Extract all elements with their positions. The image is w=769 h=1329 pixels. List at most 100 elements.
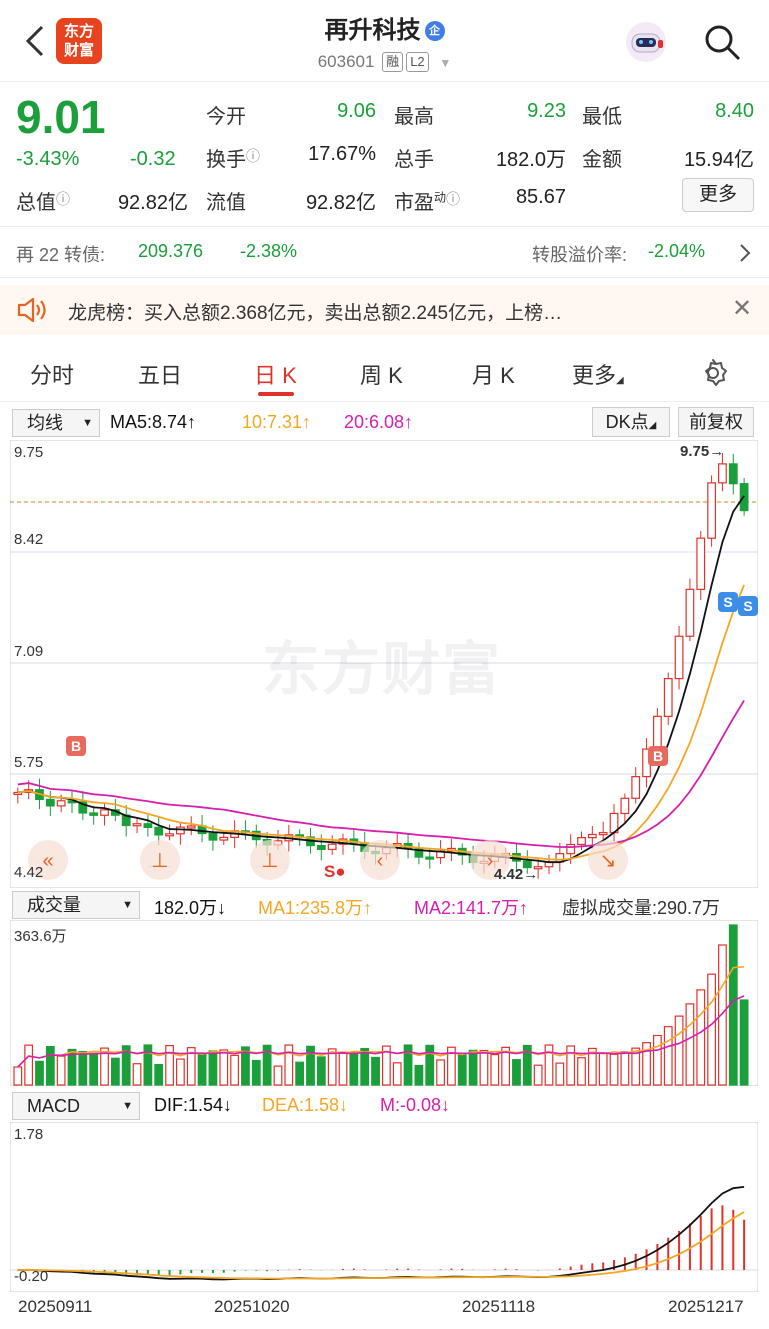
mktcap-label[interactable]: 总值ⓘ [16, 186, 70, 215]
ma10-value: 10:7.31↑ [242, 412, 312, 432]
volume-bar [338, 1051, 348, 1086]
volume-bar [392, 1062, 402, 1086]
ma20-value: 20:6.08↑ [344, 412, 414, 432]
settings-gear-icon[interactable] [698, 358, 728, 388]
nav-hint-glyph: « [42, 850, 53, 872]
tab-five-day[interactable]: 五日 [138, 358, 182, 390]
volume-bar [577, 1057, 586, 1086]
volume-bar [512, 1059, 521, 1086]
volume-bar [219, 1049, 229, 1086]
volume-chart[interactable] [10, 920, 758, 1086]
convertible-bond-row[interactable]: 再 22 转债: 209.376 -2.38% 转股溢价率: -2.04% [0, 226, 769, 278]
volume-value: 182.0万 [495, 149, 566, 171]
volume-bar [425, 1044, 435, 1086]
low-value: 8.40 [715, 100, 754, 122]
candle-body [176, 826, 185, 835]
volume-bar [652, 1034, 662, 1086]
volume-bar [13, 1066, 23, 1086]
candle-body [598, 832, 608, 836]
volume-bar [707, 973, 716, 1086]
volume-bar [273, 1065, 283, 1086]
volume-label: 总手 [394, 149, 434, 171]
volume-bar [197, 1053, 207, 1086]
volume-max-label: 363.6万 [14, 928, 67, 945]
volume-bar [110, 1057, 120, 1086]
tab-intraday[interactable]: 分时 [30, 358, 74, 390]
volume-selector[interactable]: 成交量 ▼ [12, 891, 140, 919]
candle-body [566, 843, 576, 855]
ma-selector[interactable]: 均线 ▼ [12, 409, 100, 437]
stock-code: 603601 [317, 52, 375, 71]
volume-bar [295, 1061, 305, 1086]
volume-bar [436, 1059, 445, 1086]
open-label: 今开 [206, 106, 246, 128]
candle-body [327, 843, 337, 850]
volume-bar [533, 1064, 543, 1086]
premium-value: -2.04% [648, 241, 706, 261]
caret-icon: ◢ [616, 375, 624, 386]
high-label: 最高 [394, 106, 434, 128]
close-icon[interactable]: ✕ [732, 294, 752, 323]
bond-price: 209.376 [138, 241, 204, 261]
ma5-value: MA5:8.74↑ [110, 412, 197, 432]
float-label: 流值 [206, 192, 246, 214]
tab-more[interactable]: 更多◢ [572, 358, 624, 390]
candle-body [587, 833, 597, 839]
volume-bar [414, 1064, 424, 1086]
volume-bar [78, 1051, 88, 1086]
top-bar: 东方 财富 再升科技企 603601 融 L2 ▼ [0, 0, 769, 82]
search-icon[interactable] [702, 22, 742, 62]
mktcap-value: 92.82亿 [117, 192, 188, 214]
caret-down-icon: ▼ [82, 417, 93, 429]
float-value: 92.82亿 [305, 192, 376, 214]
tab-weekly-k[interactable]: 周 K [360, 358, 403, 390]
enterprise-badge-icon: 企 [424, 21, 445, 41]
turnover-value: 17.67% [308, 143, 376, 165]
active-tab-underline [258, 392, 294, 396]
macd-chart[interactable] [10, 1122, 758, 1292]
watermark: 东方财富 [262, 637, 503, 702]
macd-dif: DIF:1.54↓ [154, 1095, 233, 1115]
more-quote-button[interactable]: 更多 [682, 178, 754, 212]
nav-hint-glyph: ↘ [600, 850, 617, 872]
tab-monthly-k[interactable]: 月 K [472, 358, 515, 390]
open-value: 9.06 [337, 100, 376, 122]
date-label: 20250911 [18, 1297, 93, 1316]
volume-bar [316, 1056, 326, 1086]
date-label: 20251217 [668, 1297, 744, 1316]
info-icon: ⓘ [446, 191, 461, 207]
notice-text: 龙虎榜：买入总额2.368亿元，卖出总额2.245亿元，上榜… [68, 303, 563, 324]
volume-bar [468, 1049, 478, 1086]
candle-body [132, 823, 142, 827]
volume-bar [685, 1003, 695, 1086]
turnover-label[interactable]: 换手ⓘ [206, 143, 260, 172]
y-label: 9.75 [14, 444, 44, 461]
macd-selector[interactable]: MACD ▼ [12, 1092, 140, 1120]
y-label: 5.75 [14, 754, 44, 771]
volume-bar [154, 1064, 164, 1086]
volume-ma2: MA2:141.7万↑ [414, 898, 529, 918]
volume-value: 182.0万↓ [154, 898, 227, 918]
volume-bar [132, 1063, 142, 1086]
amount-label: 金额 [582, 149, 622, 171]
volume-bar [609, 1053, 619, 1086]
candle-body [154, 826, 164, 836]
volume-bar [89, 1052, 99, 1086]
dk-point-button[interactable]: DK点◢ [592, 407, 670, 437]
candle-body [620, 797, 630, 815]
volume-bar [165, 1045, 174, 1086]
pe-label[interactable]: 市盈动ⓘ [394, 186, 460, 215]
low-label: 最低 [582, 106, 622, 128]
volume-bar [56, 1055, 66, 1086]
volume-bar [739, 999, 749, 1086]
volume-bar [490, 1054, 500, 1086]
notice-bar[interactable]: 龙虎榜：买入总额2.368亿元，卖出总额2.245亿元，上榜… ✕ [0, 285, 769, 335]
buy-marker-label: B [653, 748, 663, 764]
adjust-button[interactable]: 前复权 [678, 407, 754, 437]
change-amount: -0.32 [130, 148, 176, 170]
info-icon: ⓘ [56, 191, 70, 207]
robot-assistant-icon[interactable] [624, 20, 668, 64]
candle-body [707, 482, 716, 539]
tab-daily-k[interactable]: 日 K [254, 358, 297, 390]
chart-tabs: 分时 五日 日 K 周 K 月 K 更多◢ [0, 344, 769, 402]
